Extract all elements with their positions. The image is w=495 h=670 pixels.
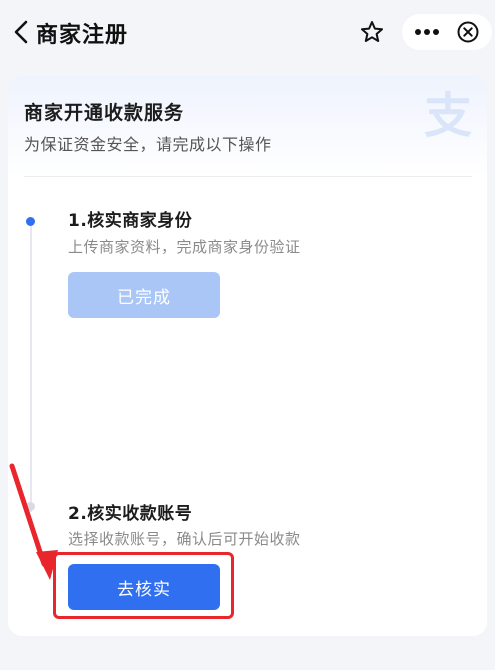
mini-program-capsule <box>402 14 492 50</box>
favorite-button[interactable] <box>358 18 386 46</box>
step-1-description: 上传商家资料，完成商家身份验证 <box>68 238 301 256</box>
close-circle-icon <box>457 21 479 43</box>
star-icon <box>361 21 383 42</box>
alipay-logo-icon: 支 <box>424 88 472 144</box>
red-arrow-icon <box>9 463 58 580</box>
back-button[interactable] <box>8 18 34 46</box>
close-button[interactable] <box>456 20 480 44</box>
more-button[interactable] <box>412 14 442 50</box>
more-icon <box>415 29 439 35</box>
navigation-bar: 商家注册 <box>0 0 495 66</box>
chevron-left-icon <box>14 20 28 44</box>
card-header-background <box>8 76 487 176</box>
step-2-title: 2.核实收款账号 <box>68 504 193 524</box>
svg-text:支: 支 <box>424 88 472 144</box>
page-title: 商家注册 <box>36 23 129 48</box>
step-2-description: 选择收款账号，确认后可开始收款 <box>68 530 301 548</box>
service-subtitle: 为保证资金安全，请完成以下操作 <box>24 135 272 154</box>
divider <box>24 176 472 177</box>
service-title: 商家开通收款服务 <box>24 102 185 124</box>
step-indicator-active <box>26 217 35 226</box>
completed-button: 已完成 <box>68 272 220 318</box>
highlight-box <box>53 552 234 619</box>
step-1-title: 1.核实商家身份 <box>68 211 193 231</box>
